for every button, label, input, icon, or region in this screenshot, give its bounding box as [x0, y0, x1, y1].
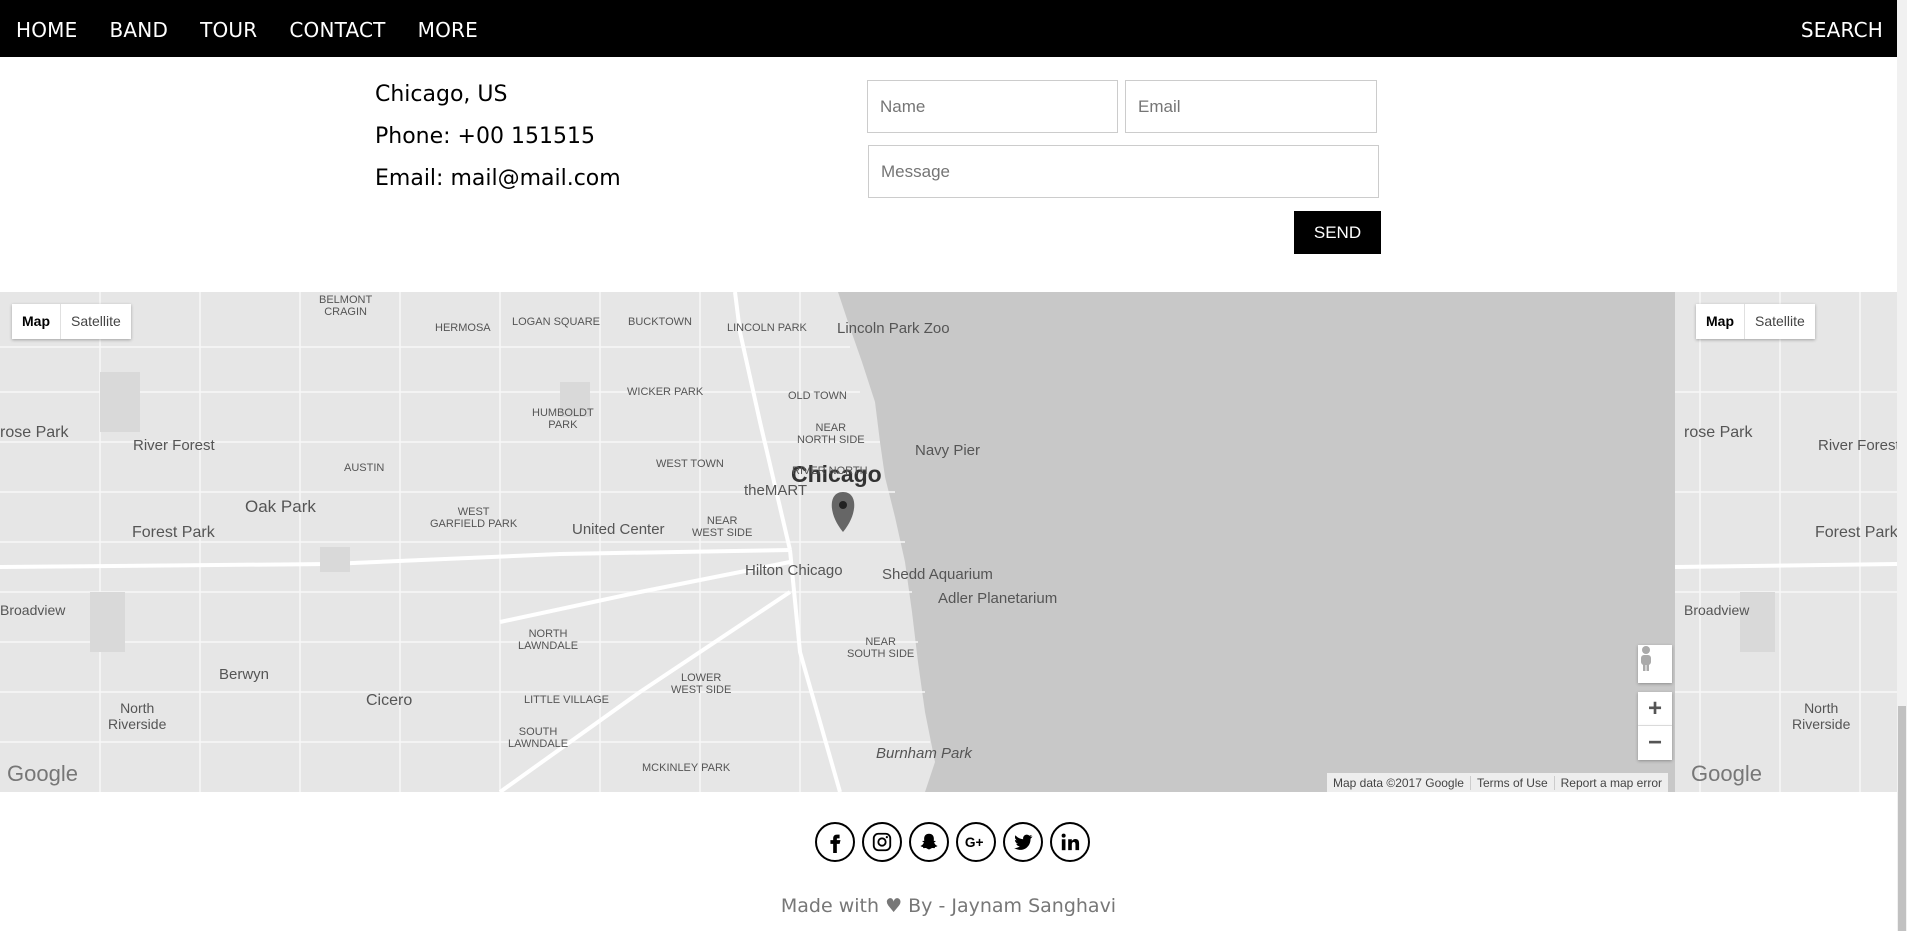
map-label-hilton: Hilton Chicago	[745, 562, 843, 579]
send-button[interactable]: SEND	[1294, 211, 1381, 254]
map-label-old-town: OLD TOWN	[788, 390, 847, 402]
email-input[interactable]: Email	[1125, 80, 1377, 133]
nav-tour[interactable]: TOUR	[184, 0, 273, 57]
map-attribution: Map data ©2017 Google Terms of Use Repor…	[1327, 773, 1668, 792]
social-links: G+	[815, 822, 1090, 862]
map-label-humboldt-park: HUMBOLDT PARK	[532, 407, 594, 431]
map-label-little-village: LITTLE VILLAGE	[524, 694, 609, 706]
map-label-burnham-park: Burnham Park	[876, 745, 972, 762]
map-label-rose-park: rose Park	[0, 424, 69, 441]
google-map[interactable]: Chicago Lincoln Park Zoo Navy Pier theMA…	[0, 292, 1897, 792]
message-input[interactable]: Message	[868, 145, 1379, 198]
map-label-near-west-side: NEAR WEST SIDE	[692, 515, 753, 539]
report-map-error-link[interactable]: Report a map error	[1555, 776, 1668, 790]
map-label-near-south-side: NEAR SOUTH SIDE	[847, 636, 915, 660]
map-label-west-town: WEST TOWN	[656, 458, 724, 470]
map-label-hermosa: HERMOSA	[435, 322, 491, 334]
page-scrollbar[interactable]	[1897, 0, 1907, 931]
contact-phone: Phone: +00 151515	[375, 124, 595, 149]
map-label-broadview: Broadview	[0, 602, 66, 618]
map-label-lincoln-park-zoo: Lincoln Park Zoo	[837, 320, 950, 337]
scrollbar-thumb[interactable]	[1898, 706, 1906, 931]
map-label-river-forest: River Forest	[133, 437, 215, 454]
nav-more[interactable]: MORE	[402, 0, 494, 57]
map-label-north-riverside: North Riverside	[108, 700, 167, 732]
map-type-satellite-button-repeat[interactable]: Satellite	[1745, 304, 1815, 339]
map-label-lincoln-park: LINCOLN PARK	[727, 322, 807, 334]
top-navbar: HOME BAND TOUR CONTACT MORE SEARCH	[0, 0, 1897, 57]
contact-info: Chicago, US Phone: +00 151515 Email: mai…	[375, 80, 621, 206]
nav-contact[interactable]: CONTACT	[273, 0, 401, 57]
zoom-in-button[interactable]: +	[1638, 692, 1672, 726]
map-label-navy-pier: Navy Pier	[915, 442, 981, 459]
map-data-text: Map data ©2017 Google	[1327, 775, 1471, 790]
google-plus-icon[interactable]: G+	[956, 822, 996, 862]
map-label-austin: AUSTIN	[344, 462, 385, 474]
map-label-river-forest-repeat: River Forest	[1818, 437, 1897, 454]
map-label-logan-square: LOGAN SQUARE	[512, 316, 601, 328]
nav-band[interactable]: BAND	[93, 0, 184, 57]
terms-of-use-link[interactable]: Terms of Use	[1471, 775, 1555, 790]
contact-location: Chicago, US	[375, 82, 508, 107]
nav-home[interactable]: HOME	[0, 0, 93, 57]
map-label-near-north-side: NEAR NORTH SIDE	[797, 422, 865, 446]
map-label-oak-park: Oak Park	[245, 497, 316, 516]
zoom-out-button[interactable]: −	[1638, 726, 1672, 760]
map-label-shedd: Shedd Aquarium	[882, 566, 993, 583]
contact-email: Email: mail@mail.com	[375, 166, 621, 191]
map-label-berwyn: Berwyn	[219, 666, 270, 683]
footer-credit: Made with ♥ By - Jaynam Sanghavi	[780, 895, 1117, 917]
facebook-icon[interactable]	[815, 822, 855, 862]
instagram-icon[interactable]	[862, 822, 902, 862]
nav-search[interactable]: SEARCH	[1785, 0, 1897, 57]
map-label-mckinley-park: MCKINLEY PARK	[642, 762, 731, 774]
map-label-themart: theMART	[744, 482, 808, 499]
google-logo: Google	[7, 761, 78, 786]
map-label-rose-park-repeat: rose Park	[1684, 424, 1753, 441]
map-label-west-garfield-park: WEST GARFIELD PARK	[430, 506, 518, 530]
map-type-map-button[interactable]: Map	[12, 304, 61, 339]
map-label-wicker-park: WICKER PARK	[627, 386, 704, 398]
map-label-forest-park: Forest Park	[132, 524, 215, 541]
snapchat-icon[interactable]	[909, 822, 949, 862]
map-label-north-riverside-repeat: North Riverside	[1792, 700, 1851, 732]
svg-text:G+: G+	[965, 835, 984, 850]
map-label-south-lawndale: SOUTH LAWNDALE	[508, 726, 569, 750]
name-input[interactable]: Name	[867, 80, 1118, 133]
google-logo-repeat: Google	[1691, 761, 1762, 786]
map-label-bucktown: BUCKTOWN	[628, 316, 692, 328]
map-label-forest-park-repeat: Forest Park	[1815, 524, 1897, 541]
map-label-adler: Adler Planetarium	[938, 590, 1058, 607]
map-label-north-lawndale: NORTH LAWNDALE	[518, 628, 579, 652]
map-label-united-center: United Center	[572, 521, 665, 538]
map-type-control-repeat: Map Satellite	[1696, 304, 1815, 339]
map-type-satellite-button[interactable]: Satellite	[61, 304, 131, 339]
map-label-broadview-repeat: Broadview	[1684, 602, 1750, 618]
map-type-control: Map Satellite	[12, 304, 131, 339]
map-label-cicero: Cicero	[366, 692, 413, 709]
map-label-lower-west-side: LOWER WEST SIDE	[671, 672, 732, 696]
map-label-belmont-cragin: BELMONT CRAGIN	[319, 294, 373, 318]
linkedin-icon[interactable]	[1050, 822, 1090, 862]
map-label-river-north: RIVER NORTH	[792, 465, 868, 477]
page: HOME BAND TOUR CONTACT MORE SEARCH Chica…	[0, 0, 1907, 931]
twitter-icon[interactable]	[1003, 822, 1043, 862]
pegman-street-view-icon[interactable]	[1638, 645, 1672, 683]
map-tiles	[0, 292, 1897, 792]
map-type-map-button-repeat[interactable]: Map	[1696, 304, 1745, 339]
